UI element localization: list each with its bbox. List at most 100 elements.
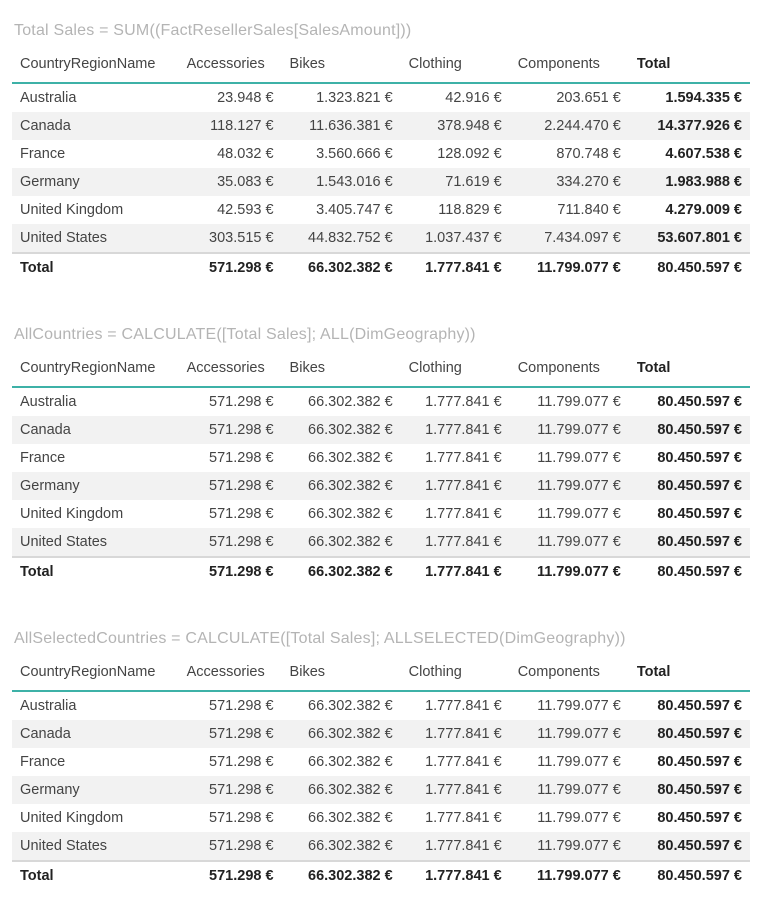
- cell-country: Canada: [12, 720, 179, 748]
- cell-country: Germany: [12, 472, 179, 500]
- total-row: Total571.298 €66.302.382 €1.777.841 €11.…: [12, 253, 750, 282]
- cell-value: 66.302.382 €: [282, 720, 401, 748]
- table-row: United Kingdom571.298 €66.302.382 €1.777…: [12, 804, 750, 832]
- table-row: United States303.515 €44.832.752 €1.037.…: [12, 224, 750, 253]
- cell-total: 80.450.597 €: [629, 444, 750, 472]
- table-row: France48.032 €3.560.666 €128.092 €870.74…: [12, 140, 750, 168]
- table-row: United Kingdom571.298 €66.302.382 €1.777…: [12, 500, 750, 528]
- matrix-total-sales: CountryRegionName Accessories Bikes Clot…: [12, 46, 750, 282]
- cell-value: 66.302.382 €: [282, 500, 401, 528]
- cell-country: France: [12, 140, 179, 168]
- table-row: Canada118.127 €11.636.381 €378.948 €2.24…: [12, 112, 750, 140]
- cell-total: 4.279.009 €: [629, 196, 750, 224]
- cell-value: 571.298 €: [179, 472, 282, 500]
- cell-country: Australia: [12, 83, 179, 112]
- cell-total: 14.377.926 €: [629, 112, 750, 140]
- cell-value: 571.298 €: [179, 832, 282, 861]
- table-row: Germany35.083 €1.543.016 €71.619 €334.27…: [12, 168, 750, 196]
- cell-value: 11.799.077 €: [510, 528, 629, 557]
- cell-value: 1.777.841 €: [401, 472, 510, 500]
- cell-value: 378.948 €: [401, 112, 510, 140]
- col-header-components: Components: [510, 654, 629, 691]
- cell-value: 11.799.077 €: [510, 444, 629, 472]
- cell-value: 11.799.077 €: [510, 472, 629, 500]
- cell-country: United Kingdom: [12, 196, 179, 224]
- cell-value: 48.032 €: [179, 140, 282, 168]
- cell-value: 66.302.382 €: [282, 776, 401, 804]
- cell-country: Canada: [12, 112, 179, 140]
- cell-value: 711.840 €: [510, 196, 629, 224]
- cell-value: 128.092 €: [401, 140, 510, 168]
- cell-total-value: 80.450.597 €: [629, 557, 750, 586]
- table-row: United States571.298 €66.302.382 €1.777.…: [12, 832, 750, 861]
- cell-total-value: 571.298 €: [179, 253, 282, 282]
- cell-value: 1.777.841 €: [401, 528, 510, 557]
- cell-value: 11.799.077 €: [510, 500, 629, 528]
- cell-value: 1.777.841 €: [401, 691, 510, 720]
- cell-value: 66.302.382 €: [282, 748, 401, 776]
- cell-total-label: Total: [12, 557, 179, 586]
- cell-value: 3.560.666 €: [282, 140, 401, 168]
- cell-value: 571.298 €: [179, 776, 282, 804]
- cell-value: 2.244.470 €: [510, 112, 629, 140]
- col-header-accessories: Accessories: [179, 654, 282, 691]
- table-row: Australia23.948 €1.323.821 €42.916 €203.…: [12, 83, 750, 112]
- col-header-bikes: Bikes: [282, 350, 401, 387]
- table-row: Germany571.298 €66.302.382 €1.777.841 €1…: [12, 472, 750, 500]
- col-header-accessories: Accessories: [179, 46, 282, 83]
- cell-country: United States: [12, 832, 179, 861]
- cell-value: 118.127 €: [179, 112, 282, 140]
- cell-value: 11.799.077 €: [510, 776, 629, 804]
- cell-total-value: 80.450.597 €: [629, 861, 750, 890]
- col-header-accessories: Accessories: [179, 350, 282, 387]
- cell-total-value: 11.799.077 €: [510, 253, 629, 282]
- cell-value: 1.037.437 €: [401, 224, 510, 253]
- cell-total: 80.450.597 €: [629, 691, 750, 720]
- cell-total: 80.450.597 €: [629, 472, 750, 500]
- cell-total-value: 11.799.077 €: [510, 861, 629, 890]
- cell-total: 1.594.335 €: [629, 83, 750, 112]
- cell-total: 4.607.538 €: [629, 140, 750, 168]
- col-header-clothing: Clothing: [401, 350, 510, 387]
- cell-total: 53.607.801 €: [629, 224, 750, 253]
- cell-value: 571.298 €: [179, 748, 282, 776]
- table-row: Australia571.298 €66.302.382 €1.777.841 …: [12, 387, 750, 416]
- cell-value: 1.543.016 €: [282, 168, 401, 196]
- cell-total: 1.983.988 €: [629, 168, 750, 196]
- col-header-bikes: Bikes: [282, 654, 401, 691]
- cell-country: United Kingdom: [12, 500, 179, 528]
- cell-country: France: [12, 444, 179, 472]
- cell-total: 80.450.597 €: [629, 416, 750, 444]
- cell-value: 1.777.841 €: [401, 748, 510, 776]
- cell-value: 571.298 €: [179, 387, 282, 416]
- cell-total: 80.450.597 €: [629, 528, 750, 557]
- cell-value: 3.405.747 €: [282, 196, 401, 224]
- cell-value: 11.799.077 €: [510, 691, 629, 720]
- cell-value: 870.748 €: [510, 140, 629, 168]
- cell-country: Germany: [12, 168, 179, 196]
- cell-value: 1.777.841 €: [401, 776, 510, 804]
- cell-value: 1.777.841 €: [401, 720, 510, 748]
- cell-value: 571.298 €: [179, 804, 282, 832]
- cell-value: 571.298 €: [179, 691, 282, 720]
- cell-value: 1.777.841 €: [401, 832, 510, 861]
- formula-all-selected-countries: AllSelectedCountries = CALCULATE([Total …: [14, 630, 750, 648]
- table-row: United Kingdom42.593 €3.405.747 €118.829…: [12, 196, 750, 224]
- table-row: Canada571.298 €66.302.382 €1.777.841 €11…: [12, 416, 750, 444]
- cell-value: 1.777.841 €: [401, 500, 510, 528]
- col-header-components: Components: [510, 46, 629, 83]
- cell-value: 1.323.821 €: [282, 83, 401, 112]
- cell-value: 66.302.382 €: [282, 472, 401, 500]
- cell-value: 1.777.841 €: [401, 444, 510, 472]
- cell-value: 203.651 €: [510, 83, 629, 112]
- cell-country: United States: [12, 528, 179, 557]
- col-header-clothing: Clothing: [401, 46, 510, 83]
- cell-total-value: 80.450.597 €: [629, 253, 750, 282]
- col-header-total: Total: [629, 46, 750, 83]
- col-header-bikes: Bikes: [282, 46, 401, 83]
- cell-value: 66.302.382 €: [282, 387, 401, 416]
- cell-value: 66.302.382 €: [282, 528, 401, 557]
- cell-total: 80.450.597 €: [629, 387, 750, 416]
- cell-total-value: 11.799.077 €: [510, 557, 629, 586]
- formula-all-countries: AllCountries = CALCULATE([Total Sales]; …: [14, 326, 750, 344]
